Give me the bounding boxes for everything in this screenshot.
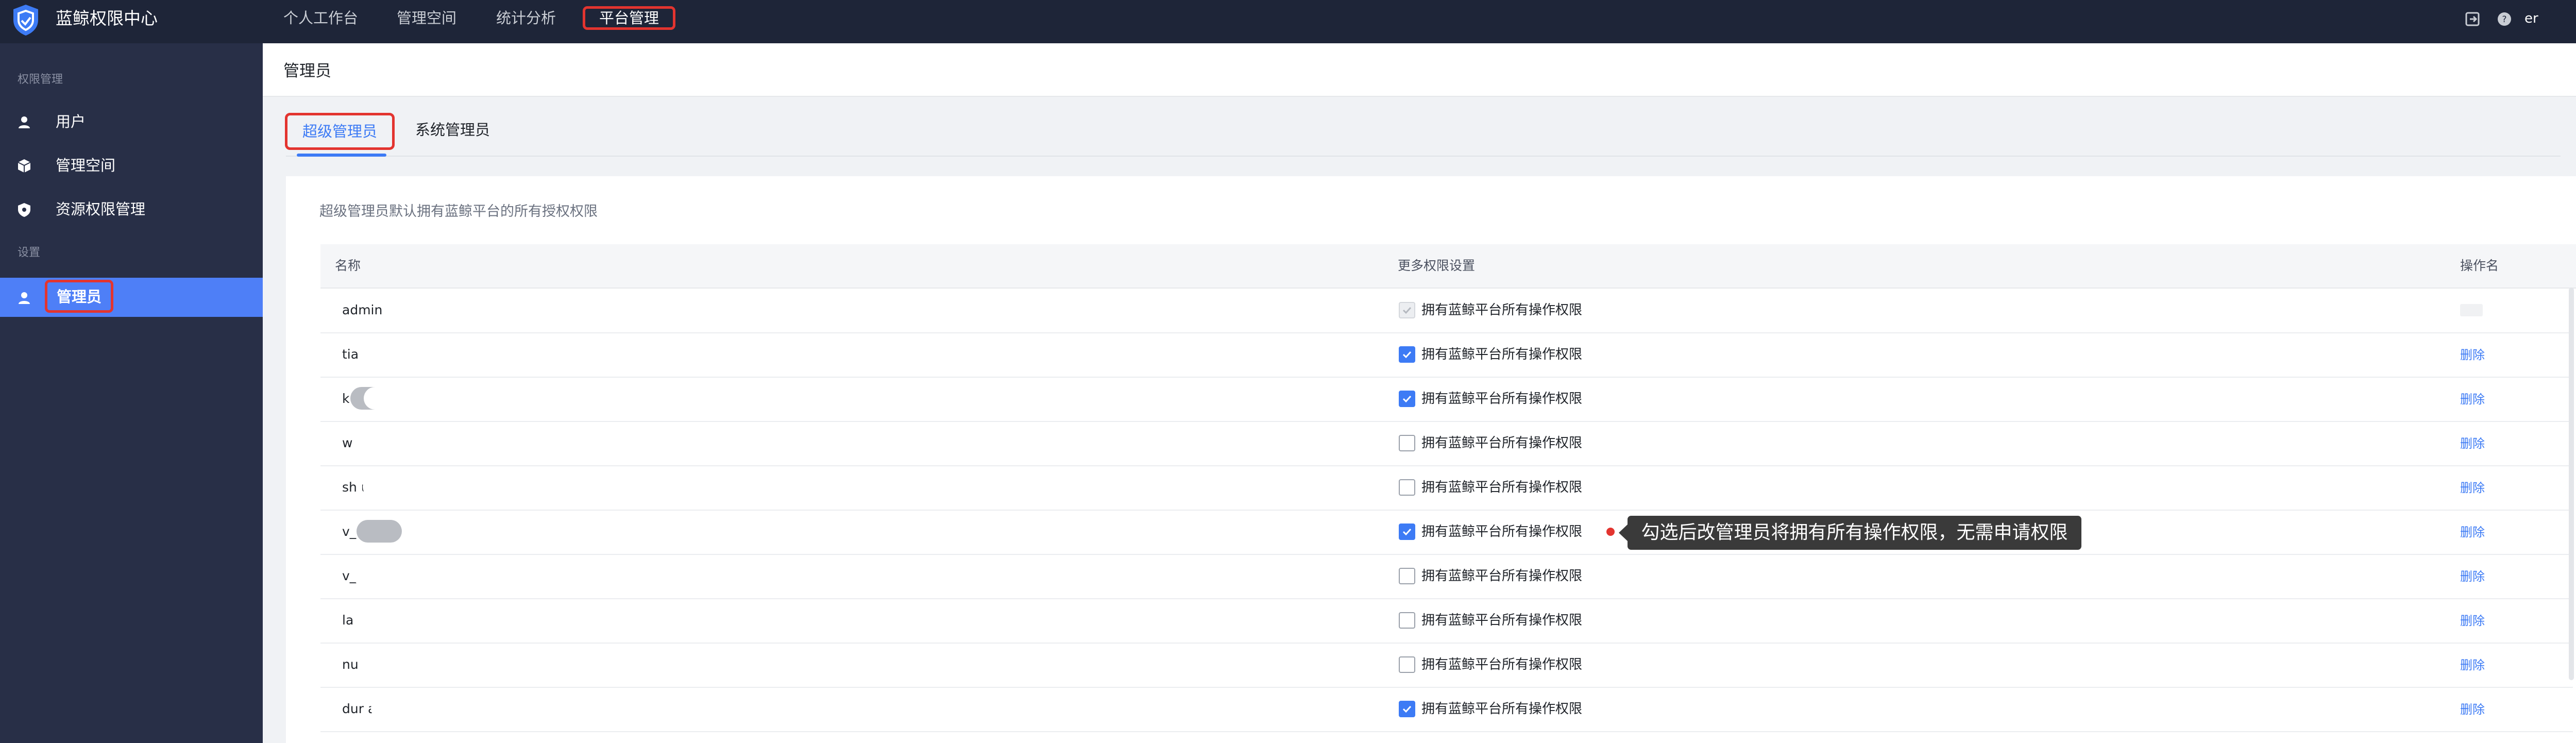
platform-permission-checkbox[interactable]	[1399, 612, 1415, 629]
name-redaction	[358, 653, 413, 676]
checkmark-icon	[1402, 705, 1412, 713]
table-row: sh u 拥有蓝鲸平台所有操作权限 删除	[320, 465, 2573, 511]
delete-button[interactable]: 删除	[2460, 522, 2485, 542]
sidebar-item-label: 资源权限管理	[56, 200, 146, 218]
name-redaction	[363, 343, 409, 365]
tab-super-admin[interactable]: 超级管理员	[285, 113, 395, 150]
table-row: tia ru 拥有蓝鲸平台所有操作权限 删除	[320, 332, 2573, 378]
platform-permission-checkbox[interactable]	[1399, 479, 1415, 496]
delete-button[interactable]: 删除	[2460, 478, 2485, 498]
column-header-more-permissions: 更多权限设置	[1398, 258, 1476, 273]
sidebar-item-resource-permission[interactable]: 资源权限管理	[0, 190, 263, 229]
table-row: dur ang 拥有蓝鲸平台所有操作权限 删除	[320, 687, 2573, 732]
checkbox-label[interactable]: 拥有蓝鲸平台所有操作权限	[1421, 300, 1582, 320]
user-icon	[19, 116, 30, 128]
sidebar-item-management-space[interactable]: 管理空间	[0, 146, 263, 185]
user-name[interactable]: er	[2524, 8, 2538, 29]
active-tab-indicator	[297, 154, 386, 157]
nav-platform-management[interactable]: 平台管理	[583, 6, 675, 30]
platform-permission-checkbox	[1399, 302, 1415, 318]
sidebar-item-users[interactable]: 用户	[0, 102, 263, 141]
nav-personal-workbench[interactable]: 个人工作台	[283, 7, 358, 29]
delete-button[interactable]: 删除	[2460, 700, 2485, 719]
sidebar-item-label: 用户	[56, 113, 86, 130]
tabs-divider	[286, 156, 2561, 157]
table-row: admin 拥有蓝鲸平台所有操作权限	[320, 288, 2573, 333]
table-row: v_ g 拥有蓝鲸平台所有操作权限 删除	[320, 510, 2573, 555]
admin-name: admin	[342, 302, 383, 317]
platform-permission-checkbox[interactable]	[1399, 435, 1415, 451]
checkmark-icon	[1402, 528, 1412, 536]
name-redaction	[354, 609, 410, 631]
page-header: 管理员	[263, 43, 2576, 97]
platform-permission-checkbox[interactable]	[1399, 701, 1415, 717]
cube-icon	[18, 159, 31, 173]
user-icon	[19, 292, 30, 304]
table-row: nu ang拥有蓝鲸平台所有操作权限删除	[320, 643, 2573, 688]
shield-logo-icon	[13, 5, 38, 36]
name-redaction	[371, 697, 416, 720]
top-bar: 蓝鲸权限中心 个人工作台 管理空间 统计分析 平台管理 ? er	[0, 0, 2576, 43]
platform-permission-checkbox[interactable]	[1399, 656, 1415, 673]
checkbox-label[interactable]: 拥有蓝鲸平台所有操作权限	[1421, 521, 1582, 542]
tooltip-arrow	[1619, 524, 1628, 542]
tab-system-admin[interactable]: 系统管理员	[415, 120, 490, 140]
delete-button[interactable]: 删除	[2460, 434, 2485, 453]
sidebar-section-settings: 设置	[18, 246, 41, 259]
description-text: 超级管理员默认拥有蓝鲸平台的所有授权权限	[319, 204, 598, 219]
checkmark-icon	[1402, 351, 1412, 359]
column-header-name: 名称	[335, 258, 361, 273]
shield-icon	[18, 203, 30, 217]
name-redaction	[353, 564, 395, 587]
app-title[interactable]: 蓝鲸权限中心	[56, 8, 158, 29]
name-redaction	[357, 520, 402, 543]
checkbox-label[interactable]: 拥有蓝鲸平台所有操作权限	[1421, 477, 1582, 498]
help-icon[interactable]: ?	[2497, 11, 2512, 27]
delete-button[interactable]: 删除	[2460, 345, 2485, 365]
sidebar: 权限管理 用户 管理空间 资源权限管理 设置 管理员	[0, 43, 263, 743]
checkbox-label[interactable]: 拥有蓝鲸平台所有操作权限	[1421, 433, 1582, 453]
table-row: w iu拥有蓝鲸平台所有操作权限删除	[320, 421, 2573, 466]
checkmark-icon	[1402, 395, 1412, 403]
checkbox-label[interactable]: 拥有蓝鲸平台所有操作权限	[1421, 389, 1582, 409]
checkbox-label[interactable]: 拥有蓝鲸平台所有操作权限	[1421, 566, 1582, 586]
platform-permission-checkbox[interactable]	[1399, 391, 1415, 407]
page-title: 管理员	[283, 62, 331, 80]
checkbox-label[interactable]: 拥有蓝鲸平台所有操作权限	[1421, 344, 1582, 365]
checkbox-label[interactable]: 拥有蓝鲸平台所有操作权限	[1421, 699, 1582, 719]
sidebar-item-label: 管理员	[45, 280, 114, 313]
sidebar-item-admin[interactable]: 管理员	[0, 278, 263, 317]
delete-button[interactable]: 删除	[2460, 567, 2485, 586]
checkmark-icon	[1402, 307, 1412, 314]
checkbox-label[interactable]: 拥有蓝鲸平台所有操作权限	[1421, 610, 1582, 631]
platform-permission-checkbox[interactable]	[1399, 524, 1415, 540]
delete-button[interactable]: 删除	[2460, 611, 2485, 631]
username-redaction	[2543, 10, 2576, 28]
sidebar-item-label: 管理空间	[56, 157, 116, 174]
nav-statistics[interactable]: 统计分析	[496, 7, 556, 29]
table-row: k vu拥有蓝鲸平台所有操作权限删除	[320, 377, 2573, 422]
name-redaction	[364, 387, 400, 410]
exit-icon[interactable]	[2465, 11, 2480, 27]
column-header-operation: 操作名	[2460, 258, 2499, 273]
table-row: v_ u拥有蓝鲸平台所有操作权限删除	[320, 554, 2573, 599]
checkbox-label[interactable]: 拥有蓝鲸平台所有操作权限	[1421, 654, 1582, 675]
tooltip-indicator-dot	[1606, 528, 1615, 536]
delete-button[interactable]: 删除	[2460, 390, 2485, 409]
delete-button[interactable]: 删除	[2460, 655, 2485, 675]
svg-text:?: ?	[2502, 14, 2506, 25]
name-redaction	[355, 431, 397, 454]
nav-management-space[interactable]: 管理空间	[397, 7, 456, 29]
platform-permission-checkbox[interactable]	[1399, 346, 1415, 363]
delete-button-disabled	[2460, 304, 2483, 316]
sidebar-section-permission: 权限管理	[18, 73, 63, 86]
table-scrollbar[interactable]	[2569, 288, 2574, 680]
platform-permission-checkbox[interactable]	[1399, 568, 1415, 584]
name-redaction	[363, 476, 407, 498]
table-row: la ng拥有蓝鲸平台所有操作权限删除	[320, 598, 2573, 644]
tooltip: 勾选后改管理员将拥有所有操作权限，无需申请权限	[1628, 516, 2081, 550]
table-header: 名称 更多权限设置 操作名	[320, 244, 2576, 289]
